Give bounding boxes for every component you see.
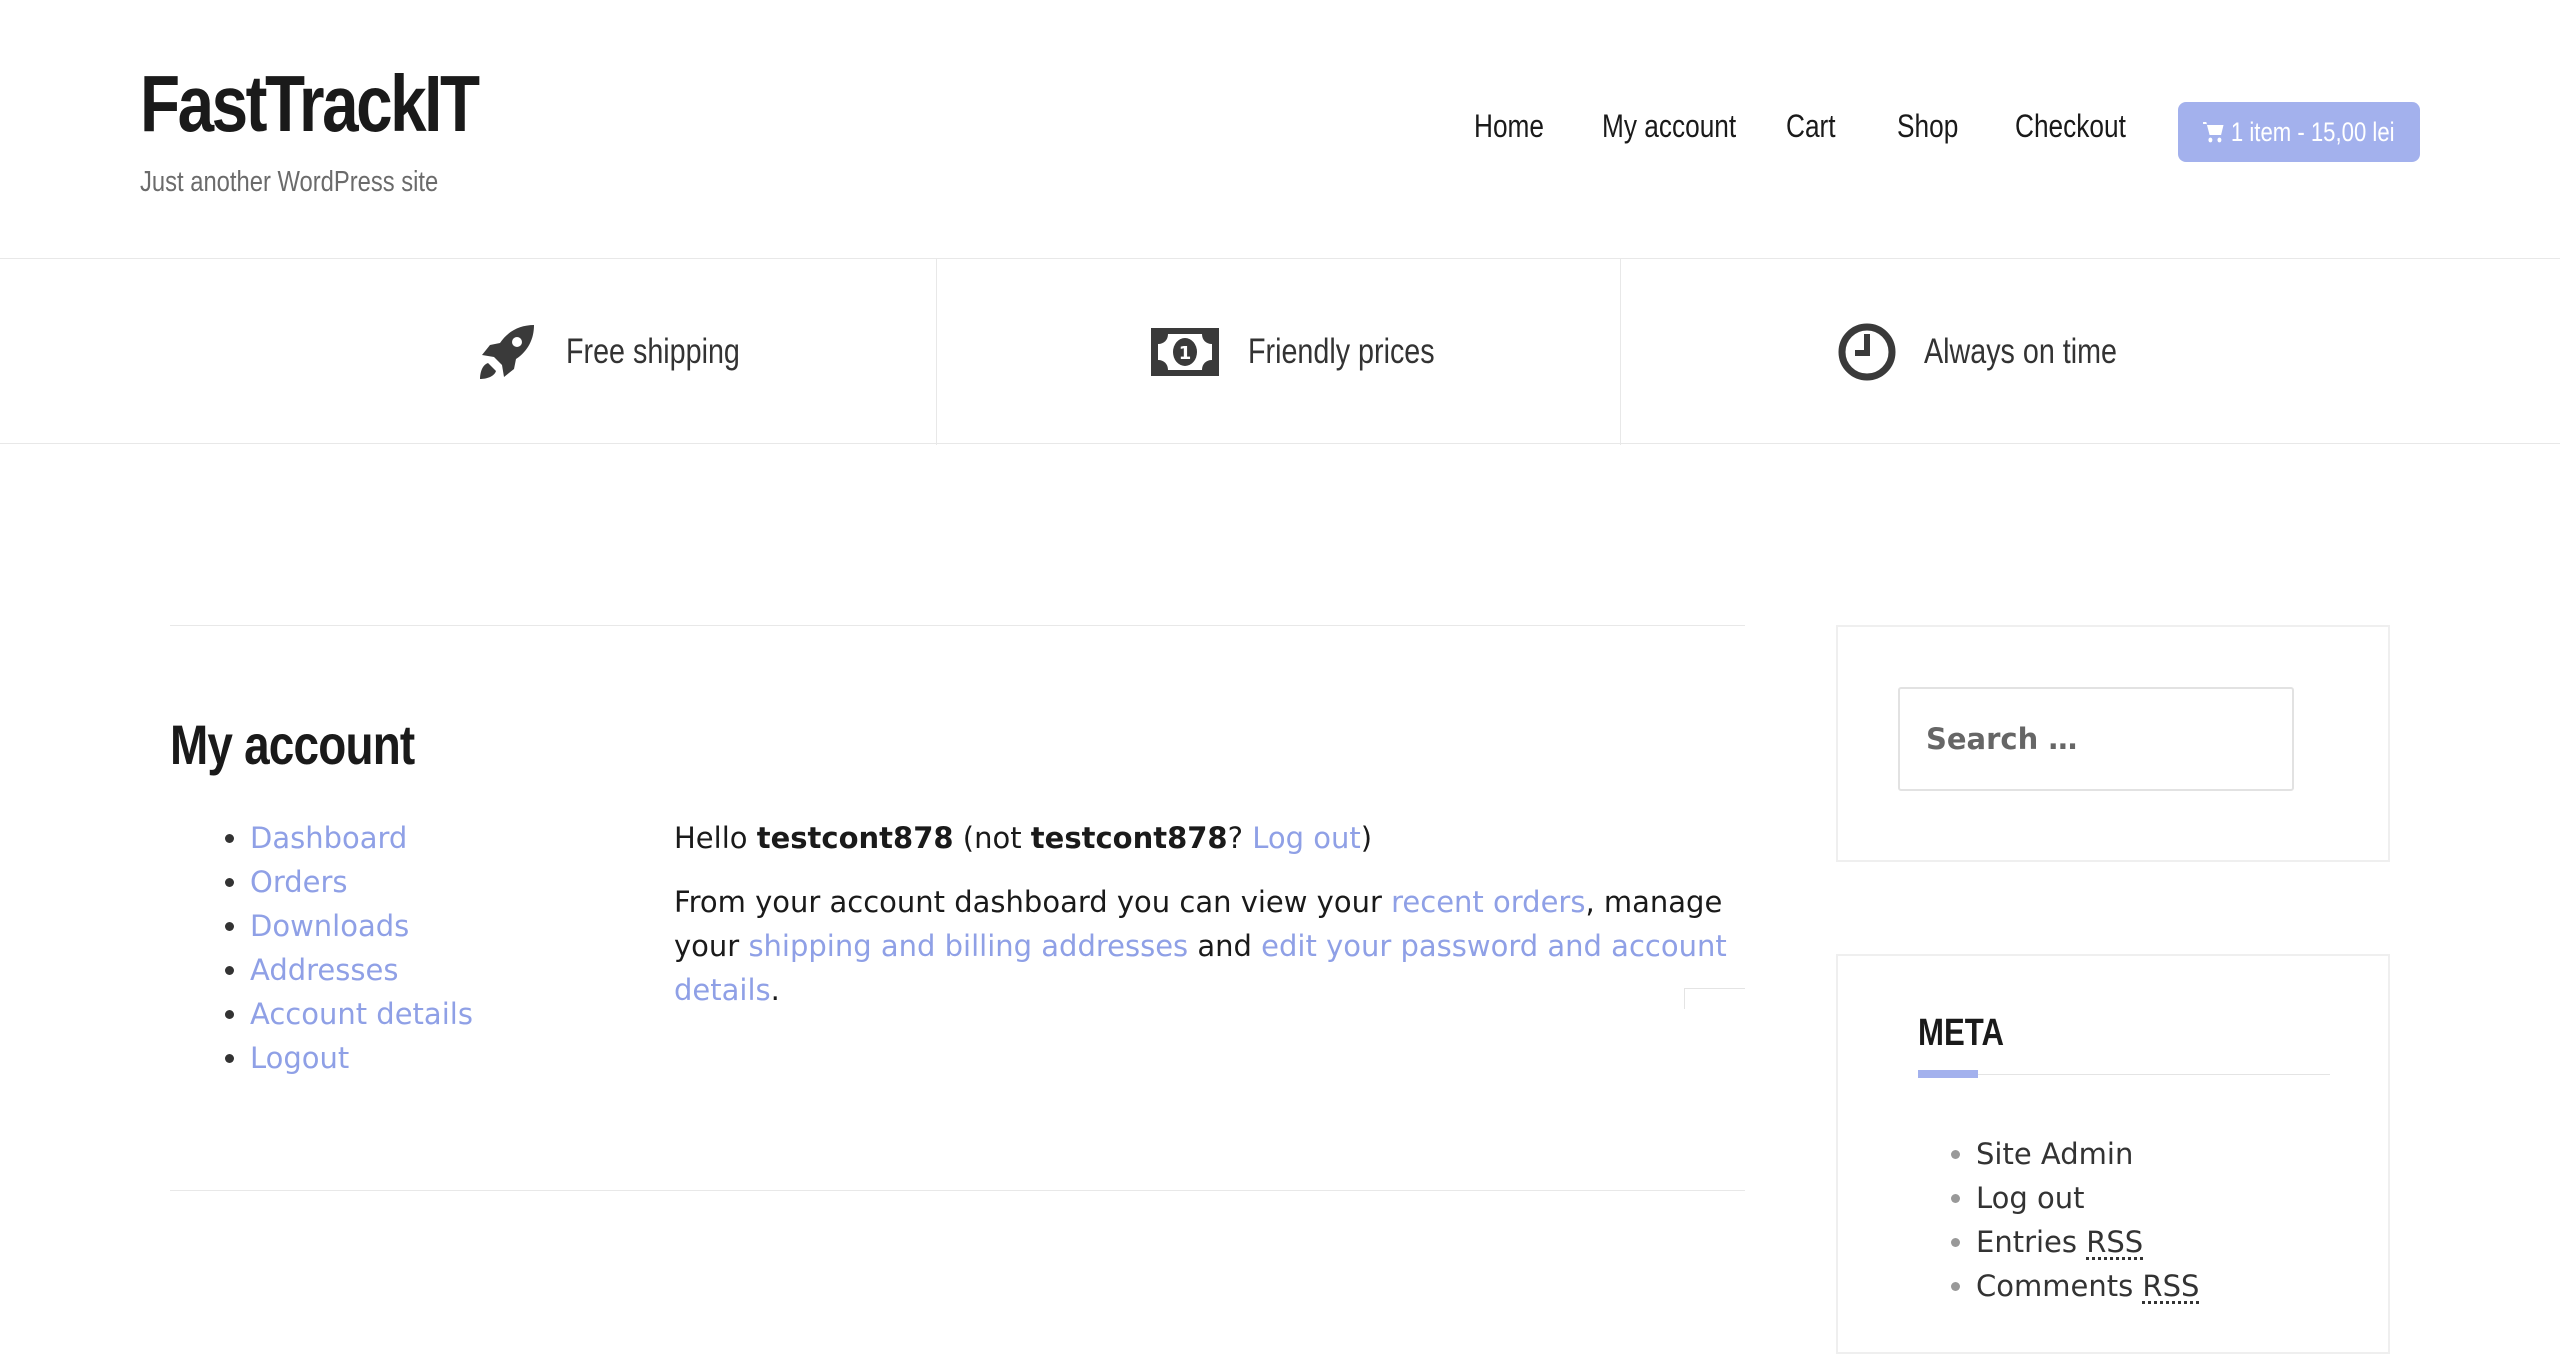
decorative-corner [1684,988,1745,1009]
meta-widget-title: META [1918,1012,2004,1055]
money-bill-icon: 1 [1150,327,1220,377]
period-text: . [771,973,780,1007]
site-header: FastTrackIT Just another WordPress site … [0,0,2560,258]
cart-icon [2203,120,2224,144]
account-nav-link[interactable]: Account details [250,997,473,1031]
nav-item-shop[interactable]: Shop [1897,108,1958,145]
meta-link-label[interactable]: Entries [1976,1225,2077,1259]
content-divider-bottom [170,1190,1745,1191]
username: testcont878 [757,821,954,855]
greeting-text: Hello [674,821,748,855]
account-nav-link[interactable]: Downloads [250,909,409,943]
intro-text: From your account dashboard you can view… [674,885,1382,919]
nav-item-cart[interactable]: Cart [1786,108,1836,145]
search-input[interactable] [1898,687,2294,791]
site-title[interactable]: FastTrackIT [140,58,478,150]
greeting-paragraph: Hello testcont878 (not testcont878? Log … [674,816,1744,860]
svg-text:1: 1 [1179,343,1192,364]
account-nav-item-orders[interactable]: Orders [250,860,473,904]
feature-always-on-time: Always on time [1838,317,2159,387]
not-text: (not [963,821,1022,855]
meta-link-log-out[interactable]: Log out [1976,1176,2199,1220]
site-tagline: Just another WordPress site [140,166,438,199]
account-nav-item-account-details[interactable]: Account details [250,992,473,1036]
meta-link-label[interactable]: Comments [1976,1269,2133,1303]
account-nav-link[interactable]: Logout [250,1041,349,1075]
nav-item-home[interactable]: Home [1474,108,1544,145]
meta-link-comments-rss[interactable]: Comments RSS [1976,1264,2199,1308]
feature-friendly-prices: 1 Friendly prices [1150,317,1476,387]
content-divider-top [170,625,1745,626]
features-strip: Free shipping 1 Friendly prices Always o… [0,258,2560,444]
meta-link-label[interactable]: Site Admin [1976,1137,2133,1171]
close-paren: ) [1361,821,1372,855]
account-navigation: Dashboard Orders Downloads Addresses Acc… [200,816,473,1080]
username-again: testcont878 [1031,821,1228,855]
page-title: My account [170,712,414,777]
feature-divider [1620,259,1621,445]
meta-link-label[interactable]: Log out [1976,1181,2085,1215]
logout-link[interactable]: Log out [1252,821,1361,855]
account-nav-item-logout[interactable]: Logout [250,1036,473,1080]
meta-links-list: Site Admin Log out Entries RSS Comments … [1938,1132,2199,1308]
account-nav-link[interactable]: Addresses [250,953,398,987]
account-nav-item-downloads[interactable]: Downloads [250,904,473,948]
meta-link-site-admin[interactable]: Site Admin [1976,1132,2199,1176]
cart-summary: 1 item - 15,00 lei [2231,117,2395,148]
question-mark: ? [1228,821,1243,855]
nav-item-checkout[interactable]: Checkout [2015,108,2126,145]
feature-free-shipping: Free shipping [476,317,778,387]
clock-icon [1838,323,1896,381]
meta-title-rule [1918,1074,2330,1075]
meta-title-accent [1918,1070,1978,1078]
rocket-icon [476,321,538,383]
account-nav-link[interactable]: Dashboard [250,821,407,855]
feature-label: Friendly prices [1248,332,1435,372]
account-nav-item-dashboard[interactable]: Dashboard [250,816,473,860]
cart-button[interactable]: 1 item - 15,00 lei [2178,102,2420,162]
meta-widget: META Site Admin Log out Entries RSS Comm… [1836,954,2390,1354]
and-text: and [1197,929,1252,963]
rss-abbr: RSS [2142,1269,2199,1303]
recent-orders-link[interactable]: recent orders [1391,885,1585,919]
intro-paragraph: From your account dashboard you can view… [674,880,1744,1012]
rss-abbr: RSS [2086,1225,2143,1259]
feature-label: Free shipping [566,332,740,372]
nav-item-my-account[interactable]: My account [1602,108,1736,145]
search-widget [1836,625,2390,862]
account-nav-item-addresses[interactable]: Addresses [250,948,473,992]
feature-divider [936,259,937,445]
dashboard-content: Hello testcont878 (not testcont878? Log … [674,816,1744,1012]
feature-label: Always on time [1924,332,2117,372]
addresses-link[interactable]: shipping and billing addresses [748,929,1188,963]
meta-link-entries-rss[interactable]: Entries RSS [1976,1220,2199,1264]
account-nav-link[interactable]: Orders [250,865,348,899]
